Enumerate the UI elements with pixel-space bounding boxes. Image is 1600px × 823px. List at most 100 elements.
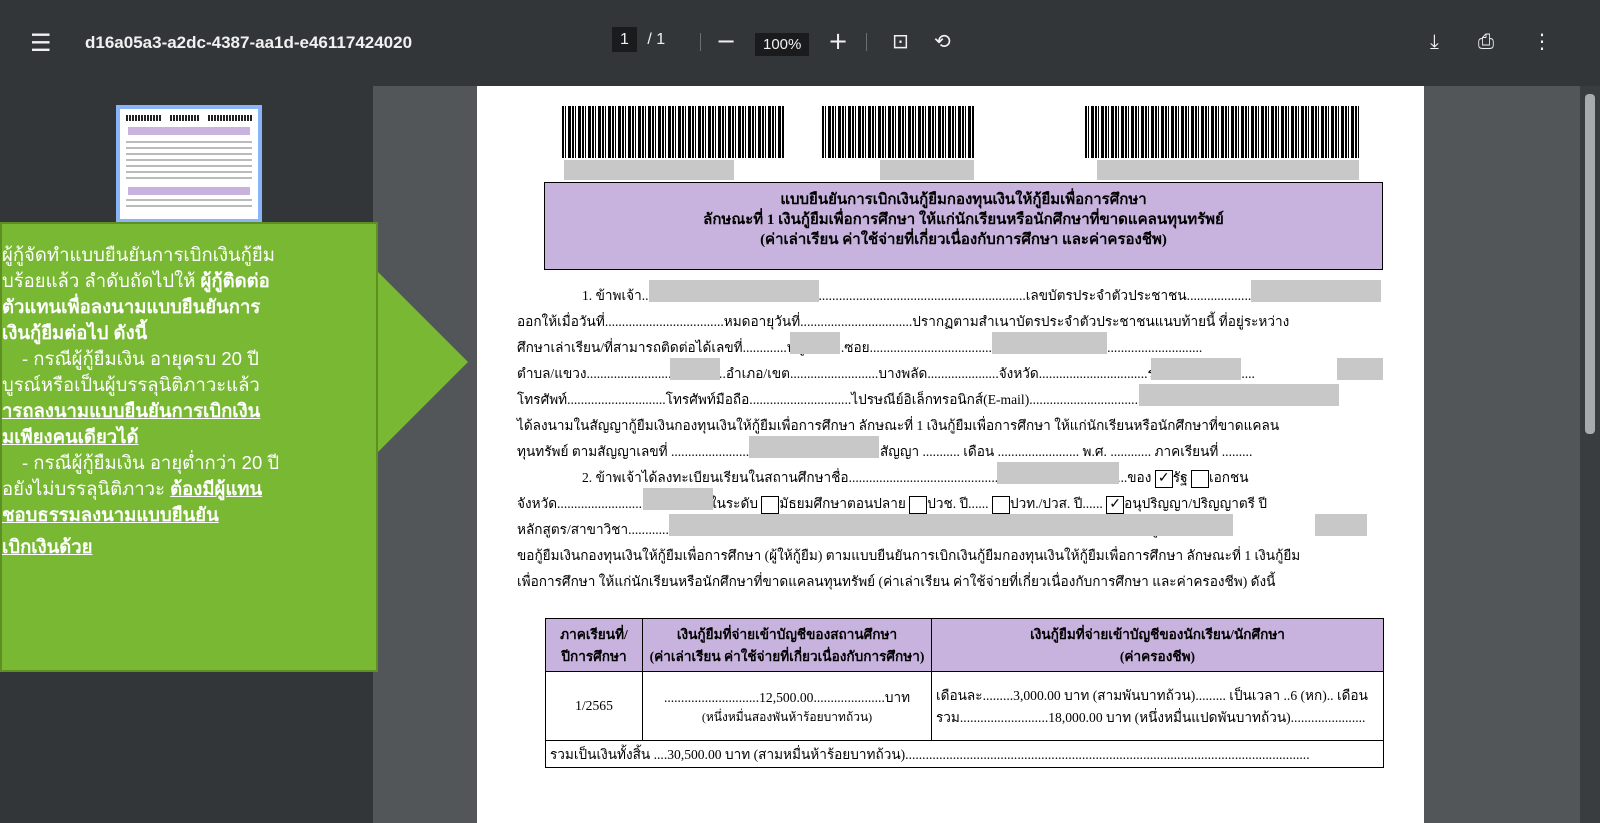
loan-table: ภาคเรียนที่/ ปีการศึกษา เงินกู้ยืมที่จ่า… (545, 618, 1384, 768)
page-indicator: 1 / 1 (612, 27, 666, 52)
school-amount: ............................12,500.00...… (663, 689, 911, 705)
form-title-line2: ลักษณะที่ 1 เงินกู้ยืมเพื่อการศึกษา ให้แ… (703, 212, 1224, 228)
table-cell: 1/2565 (545, 671, 643, 741)
thumbnail-line (126, 165, 252, 167)
callout-line: บูรณ์หรือเป็นผู้บรรลุนิติภาวะแล้ว (2, 374, 260, 395)
form-line: ขอกู้ยืมเงินกองทุนเงินให้กู้ยืมเพื่อการศ… (517, 548, 1301, 563)
redacted-box (1337, 358, 1383, 380)
thumbnail-preview (120, 109, 258, 219)
checkbox-label: อนุปริญญา/ปริญญาตรี ปี (1124, 496, 1268, 511)
thumbnail-line (126, 205, 252, 207)
pdf-toolbar: ☰ d16a05a3-a2dc-4387-aa1d-e46117424020 1… (0, 0, 1600, 86)
checkbox-level-2[interactable] (909, 495, 928, 514)
fit-page-icon[interactable]: ⊡ (892, 28, 909, 54)
school-amount-text: (หนึ่งหมื่นสองพันห้าร้อยบาทถ้วน) (701, 709, 873, 724)
thumbnail-line (126, 159, 252, 161)
form-title-line3: (ค่าเล่าเรียน ค่าใช้จ่ายที่เกี่ยวเนื่องก… (760, 232, 1167, 248)
thumbnail-barcode (170, 115, 200, 121)
callout-line: ชอบธรรมลงนามแบบยืนยัน (2, 504, 219, 525)
callout-line: มเพียงคนเดียวได้ (2, 426, 139, 447)
thumbnail-line (126, 177, 252, 179)
redacted-box (1315, 514, 1367, 536)
redacted-box (790, 332, 840, 354)
plus-icon[interactable]: + (828, 28, 848, 54)
redacted-box (670, 358, 720, 380)
callout-line: - กรณีผู้กู้ยืมเงิน อายุครบ 20 ปี (22, 348, 259, 369)
thumbnail-table-header (128, 187, 250, 195)
callout-line: เงินกู้ยืมต่อไป ดังนี้ (2, 322, 148, 343)
redacted-box (1097, 160, 1359, 180)
callout-line: อยังไม่บรรลุนิติภาวะ ต้องมีผู้แทน (2, 476, 376, 502)
thumbnail-line (126, 171, 252, 173)
form-line: ทุนทรัพย์ ตามสัญญาเลขที่ ...............… (517, 444, 1253, 459)
instruction-callout: ผู้กู้จัดทำแบบยืนยันการเบิกเงินกู้ยืม บร… (0, 222, 378, 672)
zoom-input[interactable]: 100% (755, 33, 810, 56)
form-line-text: จังหวัด.................................… (517, 496, 758, 511)
thumbnail-line (126, 153, 252, 155)
redacted-box (649, 280, 819, 302)
callout-emphasis: ผู้กู้ติดต่อ (200, 270, 270, 291)
form-line: เพื่อการศึกษา ให้แก่นักเรียนหรือนักศึกษา… (517, 574, 1276, 589)
thumbnail-line (126, 141, 252, 143)
redacted-box (564, 160, 734, 180)
document-title: d16a05a3-a2dc-4387-aa1d-e46117424020 (85, 33, 413, 52)
page-thumbnail[interactable] (116, 105, 262, 223)
form-line: ตำบล/แขวง...............................… (517, 366, 1255, 381)
redacted-box (1151, 358, 1241, 380)
toolbar-divider (866, 33, 867, 51)
form-line: ได้ลงนามในสัญญากู้ยืมเงินกองทุนเงินให้กู… (517, 418, 1280, 433)
checkbox-label: รัฐ (1172, 470, 1188, 485)
callout-line: ตัวแทนเพื่อลงนามแบบยืนยันการ (2, 296, 261, 317)
table-cell: เดือนละ.........3,000.00 บาท (สามพันบาทถ… (931, 671, 1384, 741)
barcode (562, 106, 784, 158)
print-icon[interactable]: ⎙ (1478, 28, 1494, 54)
checkbox-level-4[interactable]: ✓ (1106, 495, 1125, 514)
form-line-level: จังหวัด.................................… (517, 492, 1267, 514)
callout-line: เบิกเงินด้วย (2, 536, 93, 557)
form-line: โทรศัพท์.............................โทร… (517, 392, 1227, 407)
redacted-box (992, 332, 1107, 354)
checkbox-label: ปวช. ปี...... (927, 496, 989, 511)
callout-line: - กรณีผู้กู้ยืมเงิน อายุต่ำกว่า 20 ปี (22, 452, 280, 473)
student-monthly: เดือนละ.........3,000.00 บาท (สามพันบาทถ… (936, 688, 1368, 703)
table-header: ภาคเรียนที่/ ปีการศึกษา (545, 618, 643, 672)
thumbnail-title-band (128, 127, 250, 135)
thumbnail-barcode (208, 115, 252, 121)
page-total: / 1 (647, 31, 666, 48)
callout-text: อยังไม่บรรลุนิติภาวะ (2, 478, 171, 499)
redacted-box (669, 514, 1233, 536)
barcode (822, 106, 974, 158)
checkbox-level-3[interactable] (991, 495, 1010, 514)
download-icon[interactable]: ⤓ (1430, 28, 1439, 54)
pdf-page: แบบยืนยันการเบิกเงินกู้ยืมกองทุนเงินให้ก… (477, 86, 1424, 823)
checkbox-label: ปวท./ปวส. ปี...... (1009, 496, 1103, 511)
redacted-box (1139, 384, 1339, 406)
rotate-icon[interactable]: ⟲ (934, 28, 951, 54)
checkbox-label: มัธยมศึกษาตอนปลาย (779, 496, 906, 511)
checkbox-label: เอกชน (1208, 470, 1249, 485)
scrollbar-thumb[interactable] (1585, 94, 1595, 434)
table-cell: ............................12,500.00...… (642, 671, 932, 741)
thumbnail-line (126, 199, 252, 201)
form-title: แบบยืนยันการเบิกเงินกู้ยืมกองทุนเงินให้ก… (544, 182, 1383, 270)
student-total: รวม..........................18,000.00 บ… (936, 710, 1366, 725)
table-header: เงินกู้ยืมที่จ่ายเข้าบัญชีของสถานศึกษา (… (642, 618, 932, 672)
menu-icon[interactable]: ☰ (30, 30, 56, 56)
table-header: เงินกู้ยืมที่จ่ายเข้าบัญชีของนักเรียน/นั… (931, 618, 1384, 672)
form-line: ออกให้เมื่อวันที่.......................… (517, 314, 1290, 329)
checkbox-public[interactable]: ✓ (1154, 469, 1173, 488)
more-vert-icon[interactable]: ⋮ (1532, 28, 1552, 54)
minus-icon[interactable]: − (716, 28, 736, 54)
checkbox-private[interactable] (1190, 469, 1209, 488)
checkbox-level-1[interactable] (761, 495, 780, 514)
form-line-school: 2. ข้าพเจ้าได้ลงทะเบียนเรียนในสถานศึกษาช… (582, 466, 1249, 488)
callout-arrow (376, 270, 468, 454)
callout-line: ารถลงนามแบบยืนยันการเบิกเงิน (2, 400, 261, 421)
callout-emphasis: ต้องมีผู้แทน (170, 478, 263, 499)
callout-line: ผู้กู้จัดทำแบบยืนยันการเบิกเงินกู้ยืม (2, 244, 275, 265)
form-title-line1: แบบยืนยันการเบิกเงินกู้ยืมกองทุนเงินให้ก… (780, 192, 1147, 208)
thumbnail-line (126, 147, 252, 149)
callout-line: บร้อยแล้ว ลำดับถัดไปให้ ผู้กู้ติดต่อ (2, 268, 376, 294)
page-number-input[interactable]: 1 (612, 27, 637, 52)
redacted-box (1251, 280, 1381, 302)
